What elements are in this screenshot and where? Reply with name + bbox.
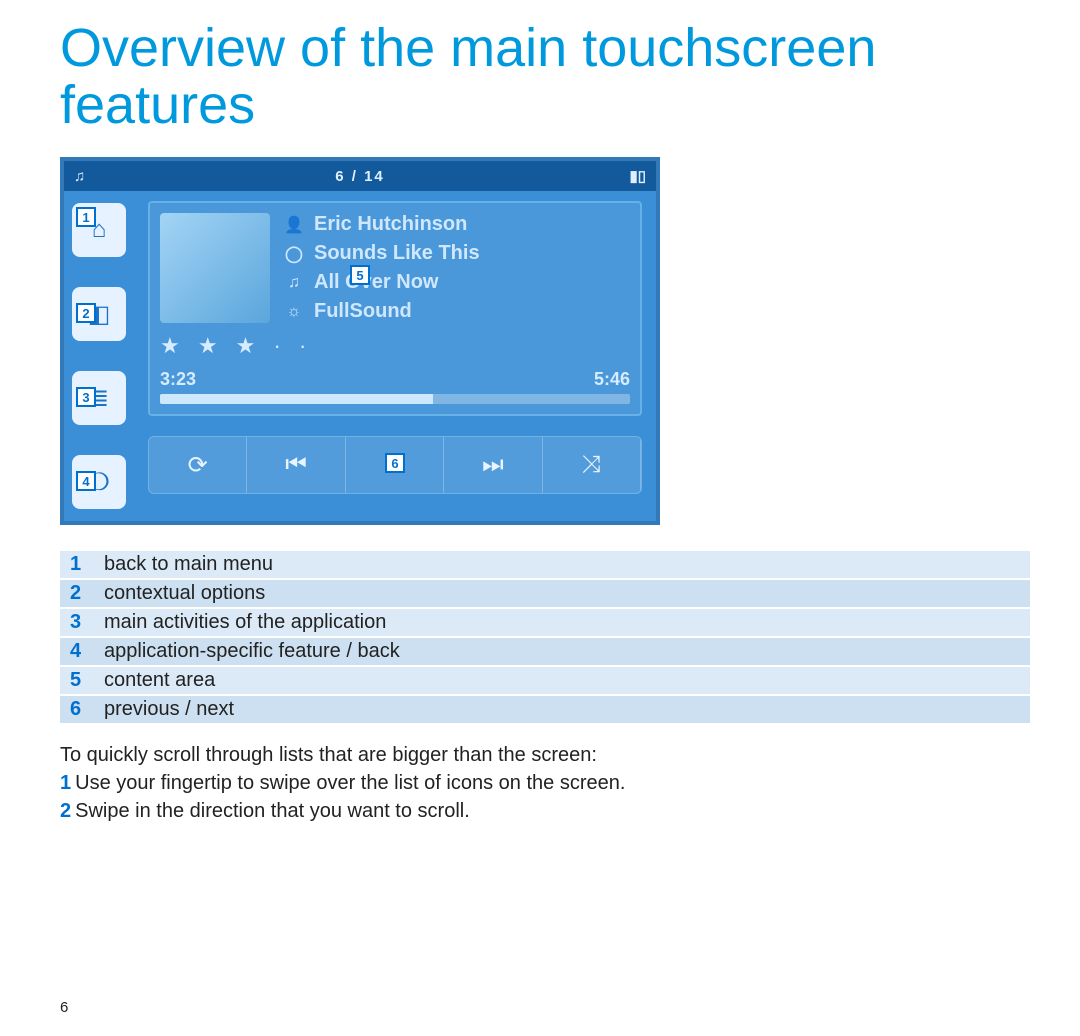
total-time: 5:46 [594,369,630,390]
callout-5: 5 [350,265,370,285]
page-title: Overview of the main touchscreen feature… [60,20,1030,133]
callout-4: 4 [76,471,96,491]
home-button[interactable]: ⌂ 1 [72,203,126,257]
feature-button[interactable]: ❍ 4 [72,455,126,509]
repeat-icon: ⟳ [188,451,208,480]
now-playing-panel: 👤 Eric Hutchinson ◯ Sounds Like This ♫ All … [148,201,642,416]
step-num: 2 [60,800,71,822]
album-art [160,213,270,323]
previous-button[interactable]: ⏮ [247,437,345,493]
previous-icon: ⏮ [285,451,307,479]
callout-2: 2 [76,303,96,323]
sound-icon: ☼ [284,303,304,321]
instructions: To quickly scroll through lists that are… [60,741,1030,825]
legend-table: 1back to main menu 2contextual options 3… [60,549,1030,723]
shuffle-icon: ⤨ [582,451,601,479]
device-screenshot: ♫ 6 / 14 ▮▯ ⌂ 1 ◧ 2 ≣ 3 ❍ 4 [60,157,660,525]
legend-num: 6 [60,695,94,723]
sidebar: ⌂ 1 ◧ 2 ≣ 3 ❍ 4 [64,191,134,521]
progress-bar[interactable] [160,394,630,404]
legend-text: back to main menu [94,550,1030,579]
next-button[interactable]: ⏭ [444,437,542,493]
shuffle-button[interactable]: ⤨ [543,437,641,493]
legend-row: 2contextual options [60,579,1030,608]
status-bar: ♫ 6 / 14 ▮▯ [64,161,656,191]
legend-row: 4application-specific feature / back [60,637,1030,666]
transport-controls: ⟳ ⏮ ⏸ ⏭ ⤨ 6 [148,436,642,494]
legend-row: 5content area [60,666,1030,695]
rating-stars: ★ ★ ★ · · [160,333,630,359]
album-name: Sounds Like This [314,242,480,265]
elapsed-time: 3:23 [160,369,196,390]
legend-text: content area [94,666,1030,695]
callout-1: 1 [76,207,96,227]
legend-text: main activities of the application [94,608,1030,637]
progress-fill [160,394,433,404]
legend-text: previous / next [94,695,1030,723]
legend-text: contextual options [94,579,1030,608]
callout-6: 6 [385,453,405,473]
callout-3: 3 [76,387,96,407]
artist-name: Eric Hutchinson [314,213,467,236]
instructions-lead: To quickly scroll through lists that are… [60,741,1030,769]
legend-text: application-specific feature / back [94,637,1030,666]
legend-num: 2 [60,579,94,608]
step-num: 1 [60,772,71,794]
legend-row: 6previous / next [60,695,1030,723]
options-button[interactable]: ◧ 2 [72,287,126,341]
step-text: Use your fingertip to swipe over the lis… [75,772,625,794]
artist-icon: 👤 [284,215,304,235]
sound-mode: FullSound [314,300,412,323]
content-area: 👤 Eric Hutchinson ◯ Sounds Like This ♫ All … [134,191,656,521]
instruction-step: 2Swipe in the direction that you want to… [60,797,1030,825]
track-icon: ♫ [284,274,304,292]
legend-num: 4 [60,637,94,666]
legend-row: 1back to main menu [60,550,1030,579]
next-icon: ⏭ [482,451,504,479]
page-number: 6 [60,999,68,1016]
step-text: Swipe in the direction that you want to … [75,800,470,822]
legend-num: 5 [60,666,94,695]
track-name: All Over Now [314,271,438,294]
legend-row: 3main activities of the application [60,608,1030,637]
legend-num: 3 [60,608,94,637]
track-counter: 6 / 14 [64,168,656,185]
instruction-step: 1Use your fingertip to swipe over the li… [60,769,1030,797]
legend-num: 1 [60,550,94,579]
repeat-button[interactable]: ⟳ [149,437,247,493]
activities-button[interactable]: ≣ 3 [72,371,126,425]
album-icon: ◯ [284,244,304,264]
